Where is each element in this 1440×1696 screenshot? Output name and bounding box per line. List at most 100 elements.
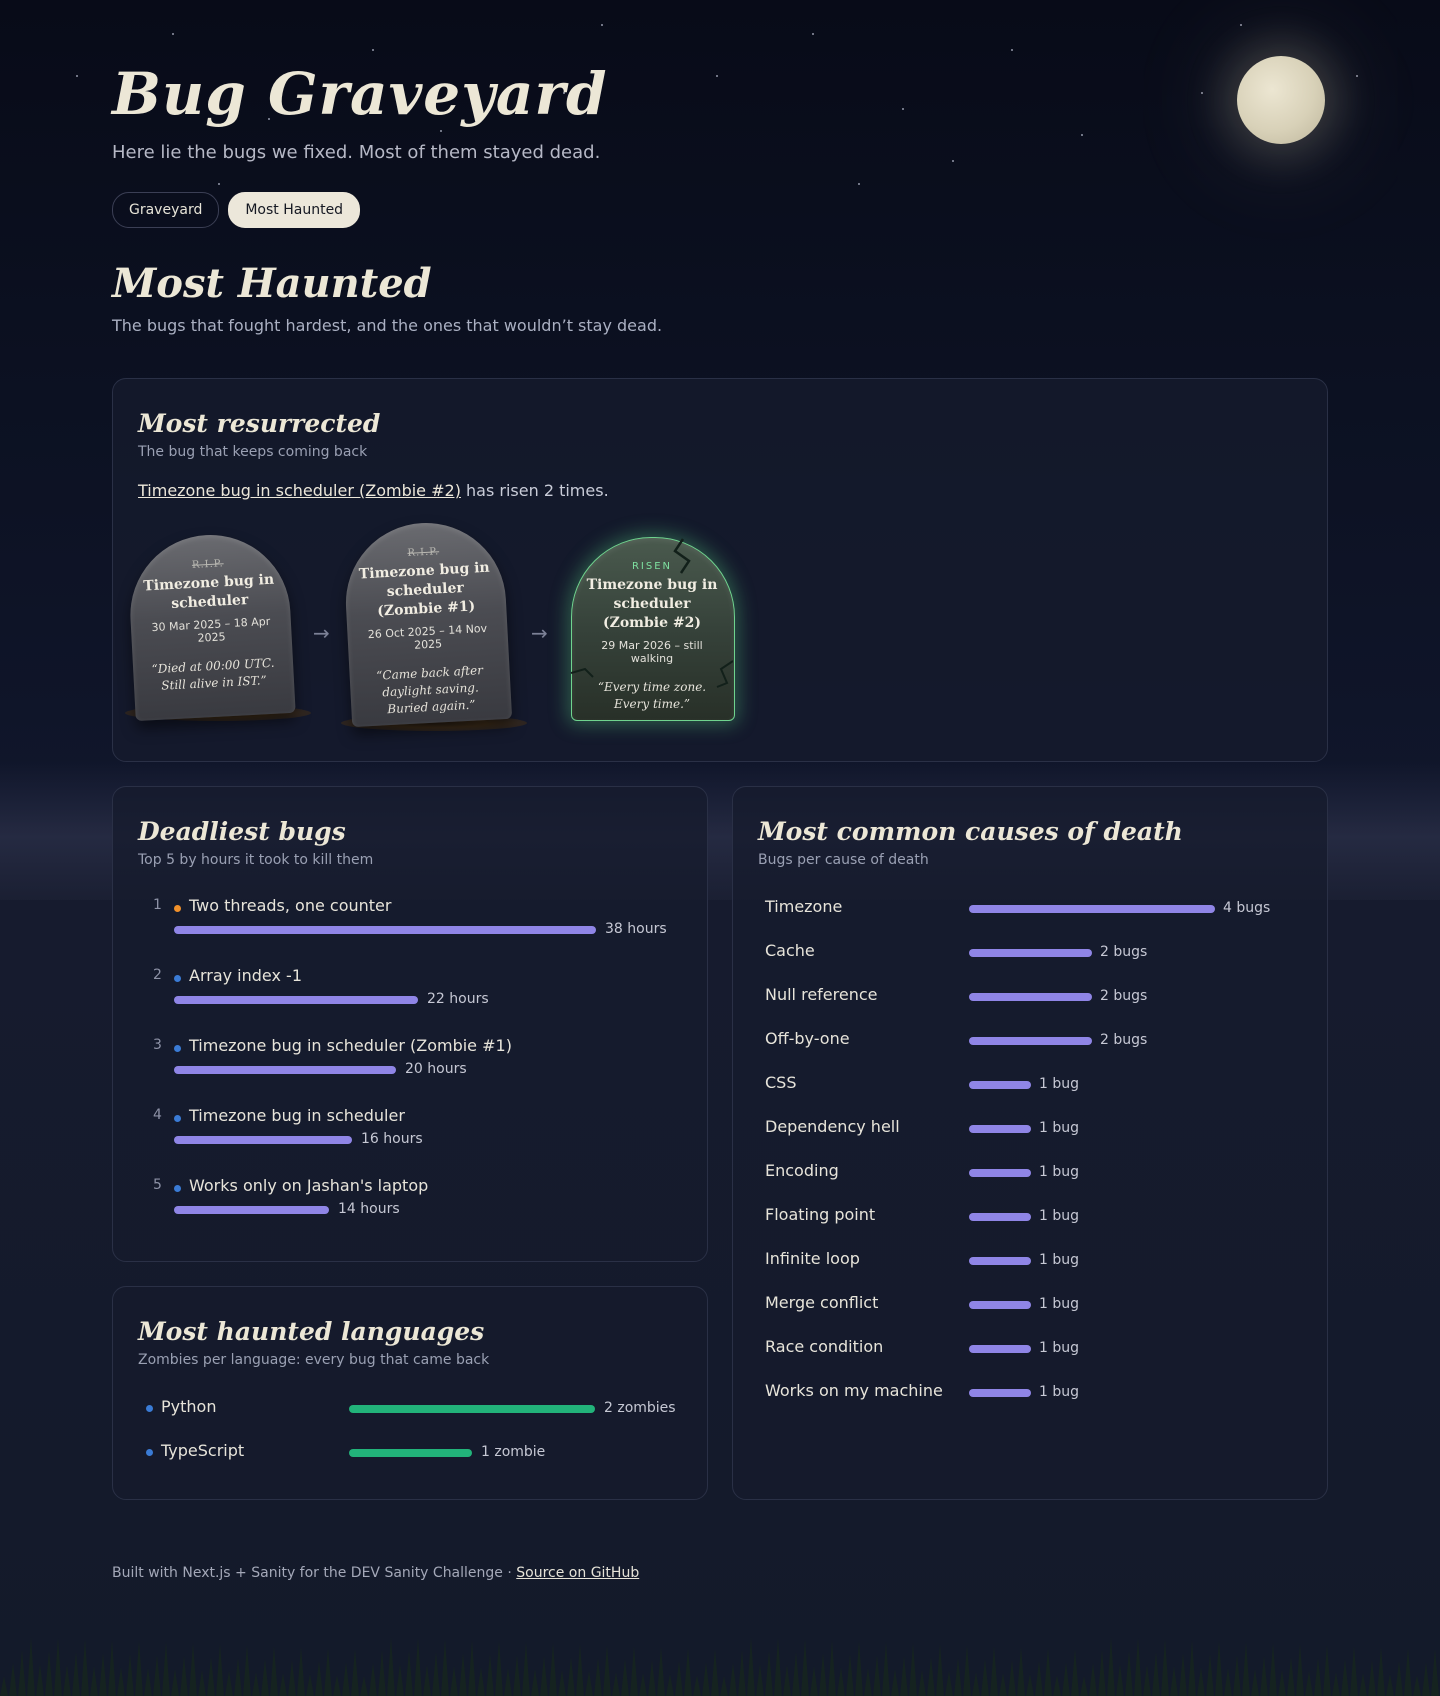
tombstone-name: Timezone bug in scheduler (Zombie #1) <box>358 559 491 620</box>
cause-row[interactable]: Timezone 4 bugs <box>733 897 1329 921</box>
cause-row[interactable]: Merge conflict 1 bug <box>733 1293 1329 1317</box>
hours-value: 14 hours <box>338 1201 400 1217</box>
zombie-count: 1 zombie <box>481 1444 546 1460</box>
cause-bar <box>969 1169 1031 1177</box>
cause-row[interactable]: Race condition 1 bug <box>733 1337 1329 1361</box>
hours-value: 22 hours <box>427 991 489 1007</box>
tab-most-haunted[interactable]: Most Haunted <box>228 192 361 228</box>
risen-count-text: has risen 2 times. <box>460 481 609 500</box>
zombie-bar <box>349 1405 595 1413</box>
cause-row[interactable]: Infinite loop 1 bug <box>733 1249 1329 1273</box>
tombstone-name: Timezone bug in scheduler (Zombie #2) <box>586 577 718 631</box>
star-decoration <box>716 75 718 77</box>
arrow-icon: → <box>531 621 548 645</box>
bug-name: Array index -1 <box>189 966 302 985</box>
cause-count: 1 bug <box>1039 1120 1080 1136</box>
grass-decoration <box>0 1637 1439 1696</box>
card-title: Most common causes of death <box>758 817 1183 846</box>
most-resurrected-card: Most resurrected The bug that keeps comi… <box>112 378 1328 762</box>
cause-bar <box>969 1301 1031 1309</box>
tombstone-dates: 26 Oct 2025 – 14 Nov 2025 <box>367 621 488 652</box>
star-decoration <box>601 24 603 26</box>
github-source-link[interactable]: Source on GitHub <box>516 1565 639 1581</box>
hours-value: 20 hours <box>405 1061 467 1077</box>
cause-row[interactable]: Dependency hell 1 bug <box>733 1117 1329 1141</box>
card-caption: Top 5 by hours it took to kill them <box>138 852 374 868</box>
star-decoration <box>1201 92 1203 94</box>
hours-value: 38 hours <box>605 921 667 937</box>
cause-row[interactable]: Floating point 1 bug <box>733 1205 1329 1229</box>
cause-name: CSS <box>765 1073 797 1092</box>
tombstone-epitaph: “Died at 00:00 UTC. Still alive in IST.” <box>151 655 275 693</box>
tombstone-name: Timezone bug in scheduler <box>142 571 275 613</box>
cause-bar <box>969 1257 1031 1265</box>
tombstone-dates: 29 Mar 2026 – still walking <box>601 639 703 665</box>
star-decoration <box>1356 75 1358 77</box>
haunted-languages-card: Most haunted languages Zombies per langu… <box>112 1286 708 1500</box>
row-rank: 5 <box>153 1177 162 1193</box>
deadliest-row[interactable]: 4 Timezone bug in scheduler 16 hours <box>113 1106 709 1167</box>
zombie-count: 2 zombies <box>604 1400 676 1416</box>
row-rank: 1 <box>153 897 162 913</box>
cause-name: Dependency hell <box>765 1117 900 1136</box>
cause-row[interactable]: Cache 2 bugs <box>733 941 1329 965</box>
cause-count: 1 bug <box>1039 1340 1080 1356</box>
tombstone-dates: 30 Mar 2025 – 18 Apr 2025 <box>151 614 271 645</box>
hours-bar <box>174 996 418 1004</box>
cause-row[interactable]: Off-by-one 2 bugs <box>733 1029 1329 1053</box>
star-decoration <box>76 75 78 77</box>
cause-count: 2 bugs <box>1100 1032 1148 1048</box>
site-subtitle: Here lie the bugs we fixed. Most of them… <box>112 142 601 163</box>
footer-text: Built with Next.js + Sanity for the DEV … <box>112 1565 517 1581</box>
hours-value: 16 hours <box>361 1131 423 1147</box>
cause-bar <box>969 1389 1031 1397</box>
cause-name: Race condition <box>765 1337 884 1356</box>
risen-tombstone[interactable]: RISEN Timezone bug in scheduler (Zombie … <box>571 537 735 721</box>
cause-name: Works on my machine <box>765 1381 943 1400</box>
star-decoration <box>440 130 442 132</box>
deadliest-row[interactable]: 3 Timezone bug in scheduler (Zombie #1) 20… <box>113 1036 709 1097</box>
cause-row[interactable]: CSS 1 bug <box>733 1073 1329 1097</box>
status-dot <box>174 905 181 912</box>
star-decoration <box>1081 134 1083 136</box>
cause-row[interactable]: Encoding 1 bug <box>733 1161 1329 1185</box>
zombie-bug-link[interactable]: Timezone bug in scheduler (Zombie #2) <box>138 481 461 500</box>
deadliest-row[interactable]: 2 Array index -1 22 hours <box>113 966 709 1027</box>
star-decoration <box>172 33 174 35</box>
deadliest-bugs-card: Deadliest bugs Top 5 by hours it took to… <box>112 786 708 1262</box>
tombstone[interactable]: R.I.P. Timezone bug in scheduler (Zombie… <box>341 518 513 728</box>
page-subtitle: The bugs that fought hardest, and the on… <box>112 316 663 335</box>
cause-name: Floating point <box>765 1205 876 1224</box>
cause-bar <box>969 993 1092 1001</box>
star-decoration <box>1011 49 1013 51</box>
bug-name: Timezone bug in scheduler (Zombie #1) <box>189 1036 512 1055</box>
cause-bar <box>969 1081 1031 1089</box>
cause-count: 2 bugs <box>1100 944 1148 960</box>
cause-bar <box>969 949 1092 957</box>
cause-bar <box>969 905 1215 913</box>
bug-name: Two threads, one counter <box>189 896 392 915</box>
bug-name: Timezone bug in scheduler <box>189 1106 405 1125</box>
cause-row[interactable]: Null reference 2 bugs <box>733 985 1329 1009</box>
page-title: Most Haunted <box>112 260 432 307</box>
tombstone[interactable]: R.I.P. Timezone bug in scheduler 30 Mar … <box>126 530 296 722</box>
cause-name: Infinite loop <box>765 1249 860 1268</box>
language-row[interactable]: TypeScript 1 zombie <box>113 1441 709 1465</box>
star-decoration <box>1240 24 1242 26</box>
causes-of-death-card: Most common causes of death Bugs per cau… <box>732 786 1328 1500</box>
arrow-icon: → <box>313 621 330 645</box>
risen-label: RISEN <box>631 561 673 572</box>
cause-name: Off-by-one <box>765 1029 850 1048</box>
cause-name: Null reference <box>765 985 878 1004</box>
deadliest-row[interactable]: 5 Works only on Jashan's laptop 14 hours <box>113 1176 709 1237</box>
tombstone-epitaph: “Every time zone. Every time.” <box>597 680 707 711</box>
status-dot <box>174 975 181 982</box>
hours-bar <box>174 1066 396 1074</box>
cause-count: 1 bug <box>1039 1384 1080 1400</box>
cause-row[interactable]: Works on my machine 1 bug <box>733 1381 1329 1405</box>
language-row[interactable]: Python 2 zombies <box>113 1397 709 1421</box>
deadliest-row[interactable]: 1 Two threads, one counter 38 hours <box>113 896 709 957</box>
cause-count: 4 bugs <box>1223 900 1271 916</box>
tab-graveyard[interactable]: Graveyard <box>112 192 220 228</box>
cause-bar <box>969 1037 1092 1045</box>
